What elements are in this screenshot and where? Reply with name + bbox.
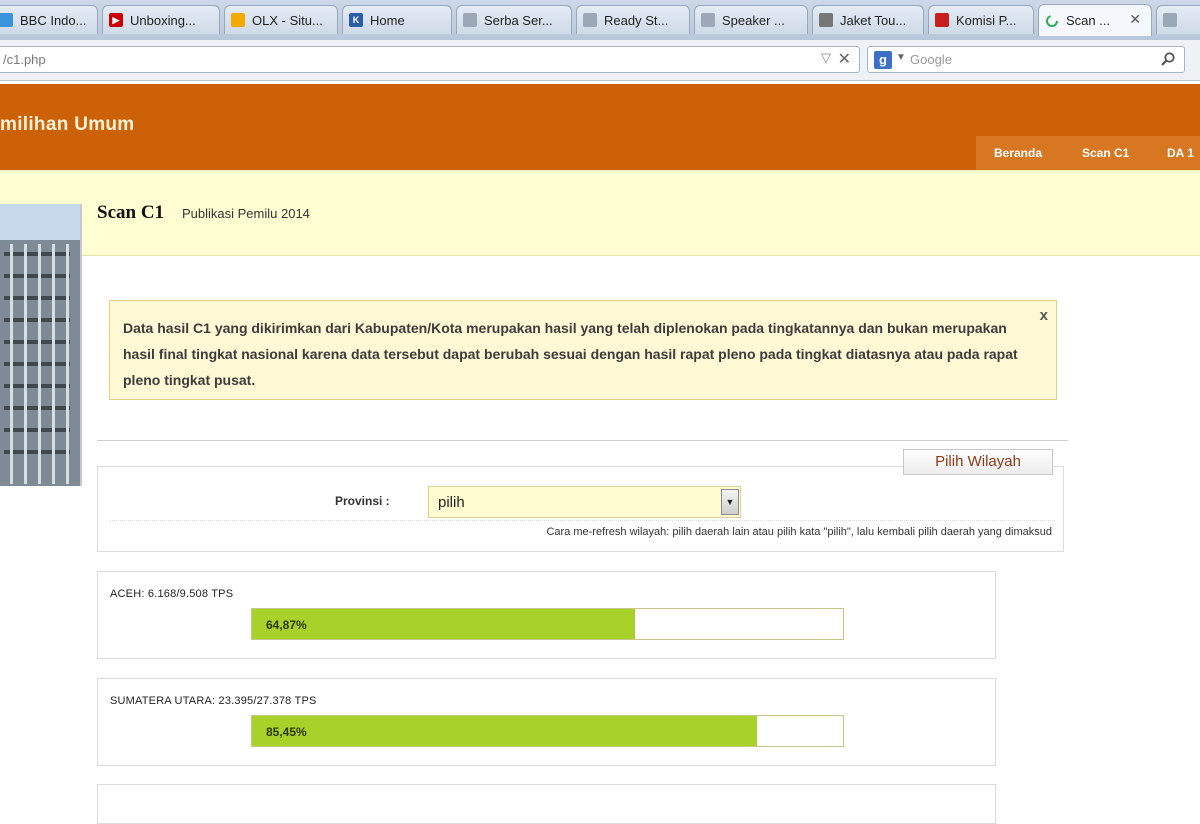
province-label: Provinsi :	[335, 494, 390, 508]
page-subtitle: Publikasi Pemilu 2014	[182, 206, 310, 221]
progress-card-next	[97, 784, 996, 824]
progress-fill	[252, 609, 636, 639]
address-bar[interactable]: /c1.php ▽ ✕	[0, 46, 860, 73]
progress-card-aceh: ACEH: 6.168/9.508 TPS 64,87%	[97, 571, 996, 659]
close-tab-icon[interactable]: ✕	[1129, 11, 1141, 28]
shopping-cart-icon	[819, 13, 833, 27]
building-image	[0, 204, 82, 486]
browser-tab[interactable]	[1156, 5, 1200, 34]
twitter-bird-icon	[0, 13, 13, 27]
site-title: milihan Umum	[0, 114, 135, 135]
nav-item-da1[interactable]: DA 1	[1167, 146, 1194, 160]
browser-tab[interactable]: Speaker ...	[694, 5, 808, 34]
progress-label: SUMATERA UTARA: 23.395/27.378 TPS	[110, 695, 317, 707]
pilih-wilayah-button[interactable]: Pilih Wilayah	[903, 449, 1053, 475]
page-title: Scan C1	[97, 202, 165, 223]
browser-tab[interactable]: OLX - Situ...	[224, 5, 338, 34]
page-icon	[583, 13, 597, 27]
nav-item-beranda[interactable]: Beranda	[994, 146, 1042, 160]
browser-tab[interactable]: ▶ Unboxing...	[102, 5, 220, 34]
page-icon	[463, 13, 477, 27]
chevron-down-icon[interactable]: ▼	[721, 489, 739, 515]
browser-tab-strip: BBC Indo... ▶ Unboxing... OLX - Situ... …	[0, 0, 1200, 40]
province-selected-value: pilih	[438, 494, 465, 511]
search-icon[interactable]	[1160, 51, 1176, 72]
site-header: milihan Umum Beranda Scan C1 DA 1	[0, 84, 1200, 170]
progress-bar: 64,87%	[251, 608, 844, 640]
progress-bar: 85,45%	[251, 715, 844, 747]
progress-card-sumatera-utara: SUMATERA UTARA: 23.395/27.378 TPS 85,45%	[97, 678, 996, 766]
nav-item-scan-c1[interactable]: Scan C1	[1082, 146, 1129, 160]
google-logo-icon[interactable]: g	[874, 51, 892, 69]
progress-fill	[252, 716, 757, 746]
olx-logo-icon	[231, 13, 245, 27]
search-input[interactable]: Google	[910, 52, 952, 67]
divider	[110, 520, 1055, 521]
page-icon	[701, 13, 715, 27]
notice-text: Data hasil C1 yang dikirimkan dari Kabup…	[123, 320, 1018, 388]
close-notice-button[interactable]: x	[1040, 307, 1048, 324]
chevron-down-icon[interactable]: ▽	[821, 50, 831, 66]
search-bar[interactable]: g ▼ Google	[867, 46, 1185, 73]
browser-nav-bar: /c1.php ▽ ✕ g ▼ Google	[0, 40, 1200, 81]
garuda-emblem-icon	[935, 13, 949, 27]
site-nav: Beranda Scan C1 DA 1	[976, 136, 1200, 170]
browser-tab[interactable]: Komisi P...	[928, 5, 1034, 34]
progress-percent: 85,45%	[266, 725, 307, 739]
browser-tab[interactable]: Jaket Tou...	[812, 5, 924, 34]
browser-tab[interactable]: Ready St...	[576, 5, 690, 34]
youtube-icon: ▶	[109, 13, 123, 27]
loading-spinner-icon	[1045, 14, 1059, 28]
browser-tab[interactable]: BBC Indo...	[0, 5, 98, 34]
progress-label: ACEH: 6.168/9.508 TPS	[110, 588, 234, 600]
page-title-band: Scan C1 Publikasi Pemilu 2014	[0, 170, 1200, 256]
notice-box: Data hasil C1 yang dikirimkan dari Kabup…	[109, 300, 1057, 400]
refresh-hint: Cara me-refresh wilayah: pilih daerah la…	[546, 526, 1052, 538]
province-select[interactable]: pilih ▼	[428, 486, 741, 518]
k-logo-icon: K	[349, 13, 363, 27]
url-text: /c1.php	[3, 52, 46, 67]
chevron-down-icon[interactable]: ▼	[896, 52, 906, 63]
progress-percent: 64,87%	[266, 618, 307, 632]
divider	[97, 440, 1068, 441]
close-icon[interactable]: ✕	[838, 49, 851, 69]
browser-tab[interactable]: Serba Ser...	[456, 5, 572, 34]
browser-tab-active[interactable]: Scan ... ✕	[1038, 4, 1152, 36]
page-icon	[1163, 13, 1177, 27]
browser-tab[interactable]: K Home	[342, 5, 452, 34]
